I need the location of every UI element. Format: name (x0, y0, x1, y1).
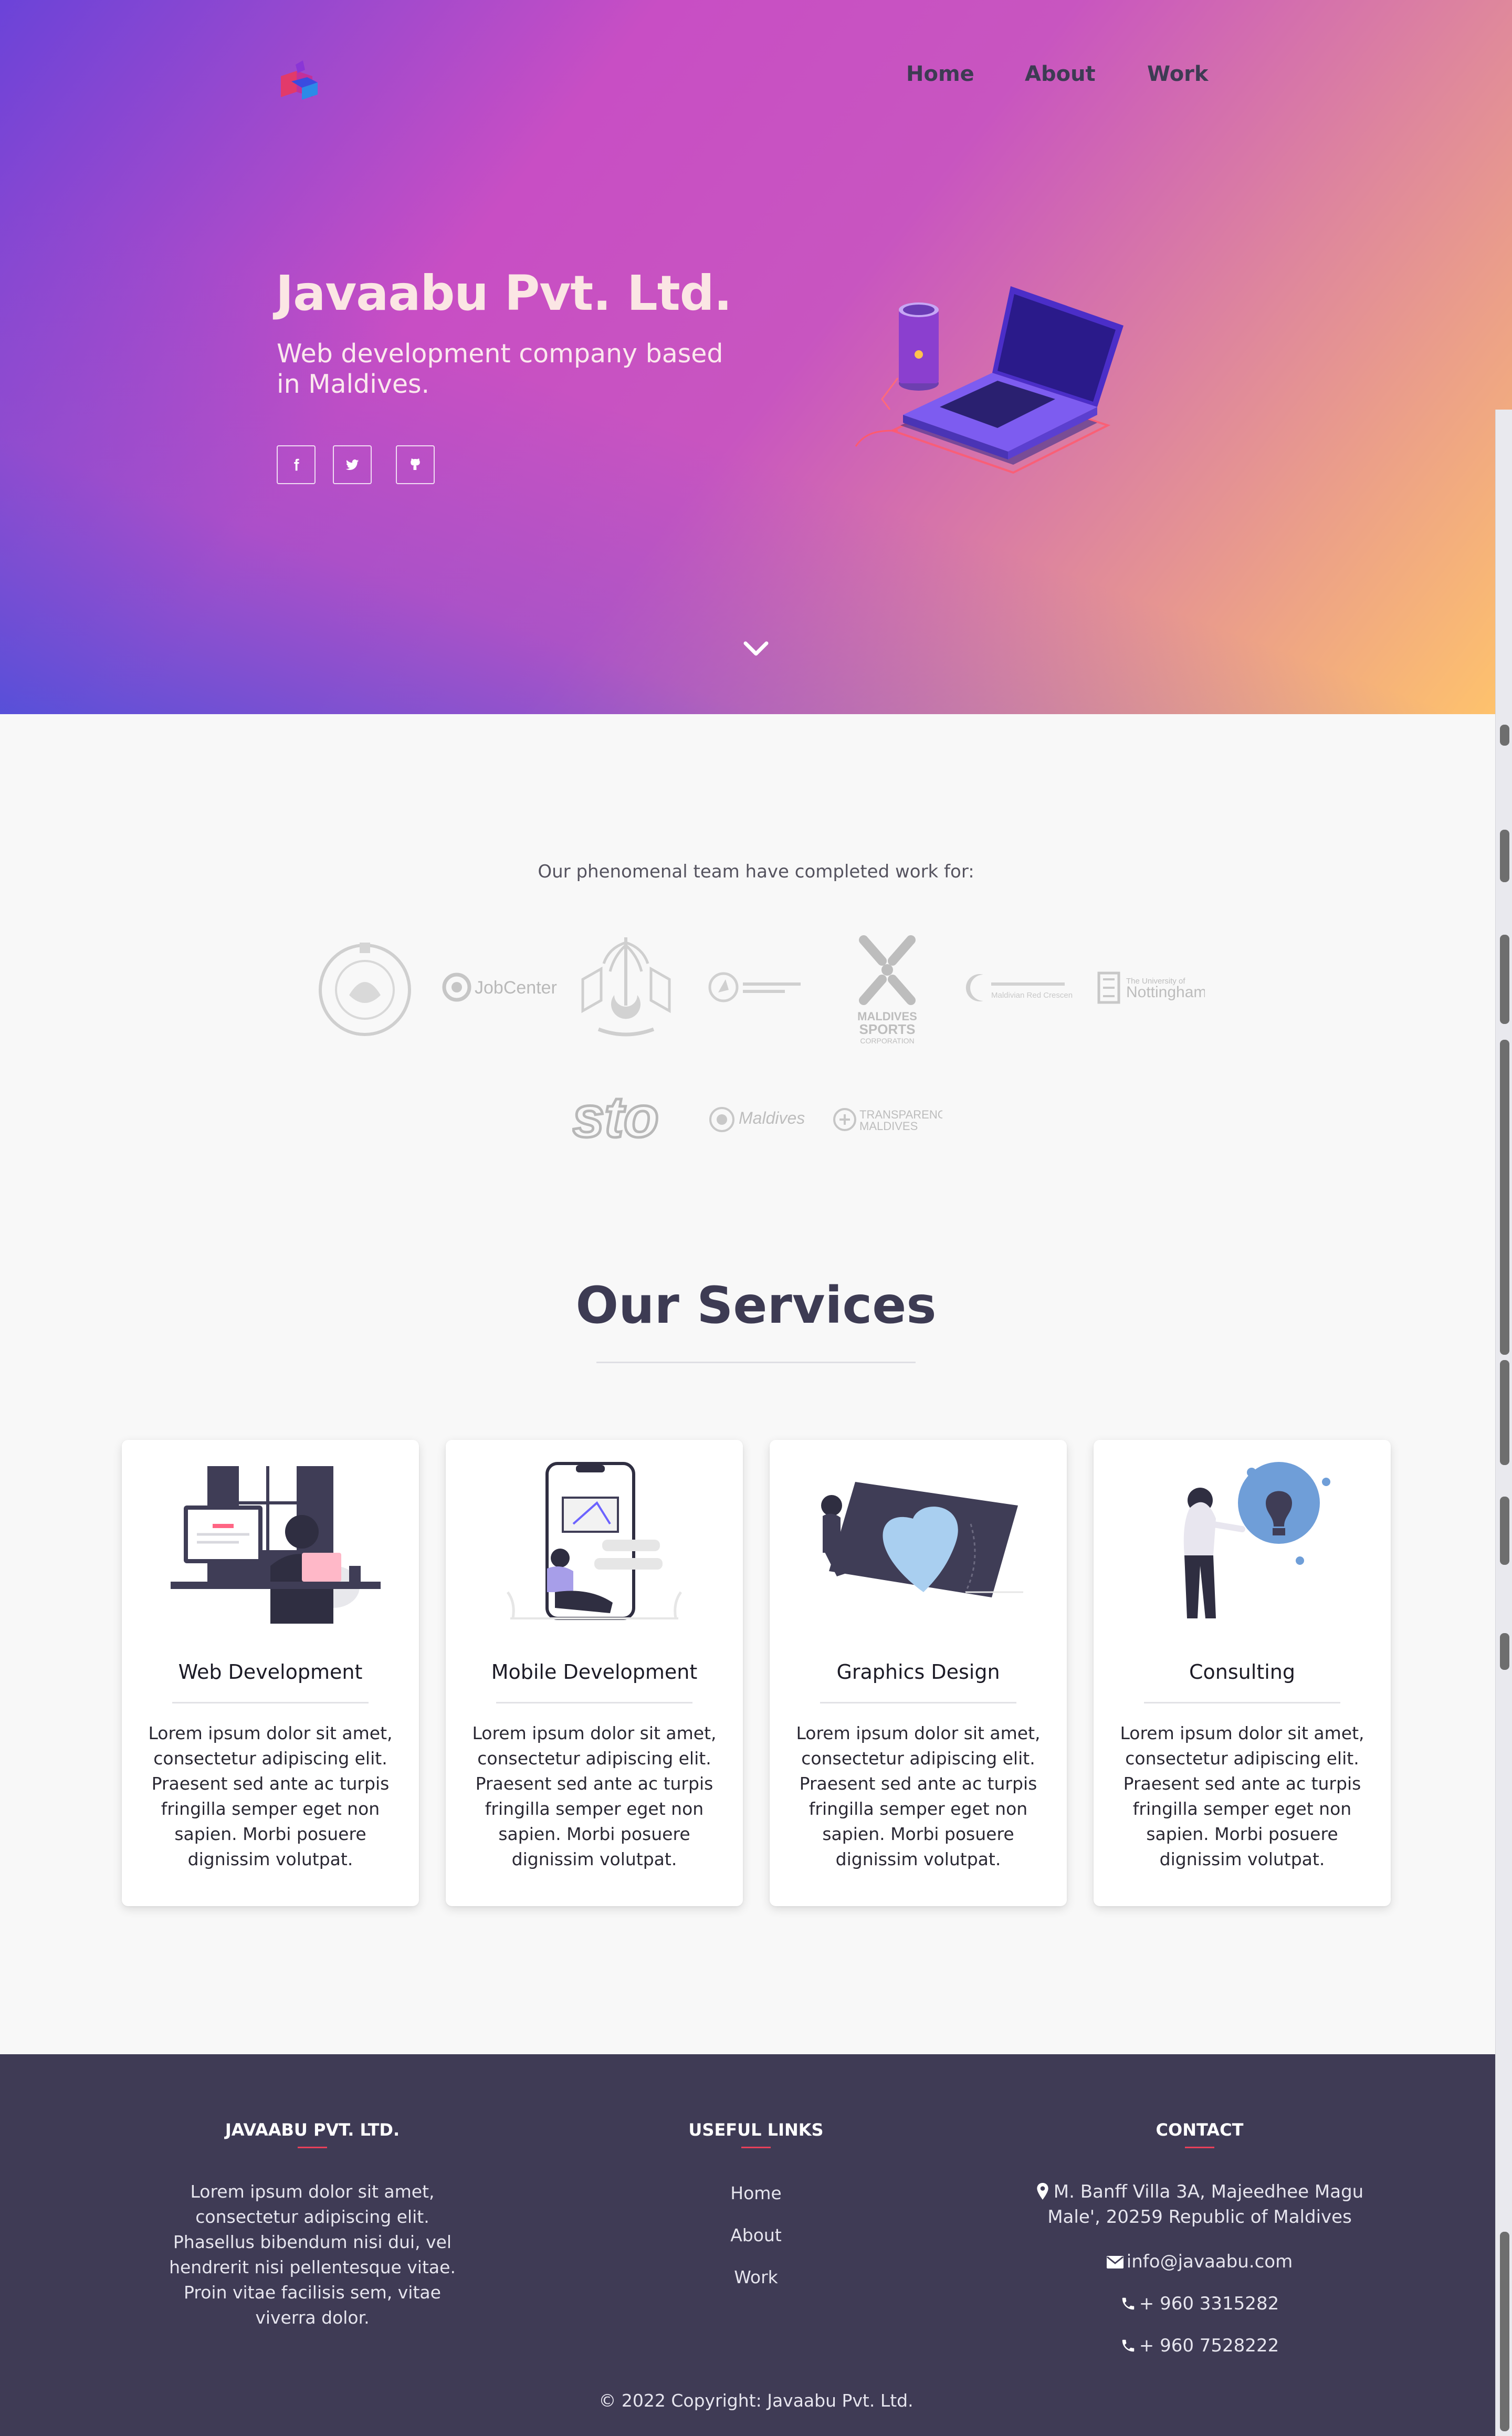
seal-logo (319, 943, 411, 1036)
page-scrollbar[interactable] (1495, 410, 1512, 2436)
card-divider (172, 1702, 369, 1703)
service-card-graphics-design[interactable]: Graphics Design Lorem ipsum dolor sit am… (770, 1440, 1067, 1906)
card-divider (820, 1702, 1016, 1703)
scrollbar-mark (1500, 1040, 1509, 1355)
web-development-illustration (171, 1466, 381, 1624)
footer-link-work[interactable]: Work (651, 2267, 861, 2287)
github-button[interactable] (396, 445, 435, 484)
map-marker-icon (1037, 2183, 1048, 2200)
service-card-mobile-development[interactable]: Mobile Development Lorem ipsum dolor sit… (446, 1440, 743, 1906)
footer-company-heading: JAVAABU PVT. LTD. (225, 2120, 400, 2140)
laptop-illustration (855, 286, 1124, 474)
svg-text:SPORTS: SPORTS (859, 1021, 916, 1037)
services-title: Our Services (575, 1276, 937, 1335)
svg-text:Maldives: Maldives (739, 1109, 805, 1127)
chevron-down-icon[interactable] (740, 638, 772, 659)
nav-work[interactable]: Work (1147, 62, 1209, 86)
maldives-post-logo (708, 972, 801, 1002)
scrollbar-mark (1500, 830, 1509, 882)
card-divider (1144, 1702, 1340, 1703)
svg-text:MALDIVES: MALDIVES (859, 1120, 918, 1133)
twitter-icon (345, 459, 359, 471)
phone-text: + 960 3315282 (1139, 2293, 1279, 2314)
envelope-icon (1106, 2256, 1124, 2268)
footer-phone-2[interactable]: + 960 7528222 (1095, 2335, 1305, 2356)
scrollbar-mark (1500, 935, 1509, 1024)
service-description: Lorem ipsum dolor sit amet, consectetur … (1120, 1723, 1364, 1869)
svg-text:CORPORATION: CORPORATION (860, 1037, 914, 1045)
scrollbar-mark (1500, 1360, 1509, 1465)
sto-logo: sto (572, 1092, 660, 1145)
transparency-maldives-logo: TRANSPARENCY MALDIVES (833, 1108, 942, 1133)
maldives-emblem-logo (581, 937, 671, 1037)
svg-text:Maldivian Red Crescent: Maldivian Red Crescent (991, 991, 1073, 1000)
university-of-nottingham-logo: The University of Nottingham (1097, 971, 1205, 1004)
phone-icon (1122, 2297, 1135, 2310)
graphics-design-illustration (821, 1482, 1023, 1597)
scrollbar-mark (1500, 725, 1509, 746)
github-icon (411, 458, 420, 470)
footer-heading-underline (298, 2147, 327, 2148)
phone-text: + 960 7528222 (1139, 2335, 1279, 2356)
hero-subtitle: Web development company based in Maldive… (277, 339, 723, 399)
scrollbar-mark (1500, 1633, 1509, 1670)
hero-title: Javaabu Pvt. Ltd. (276, 265, 732, 321)
scrollbar-mark (1500, 1497, 1509, 1565)
service-description: Lorem ipsum dolor sit amet, consectetur … (148, 1723, 393, 1869)
maldivian-red-crescent-logo: Maldivian Red Crescent (965, 974, 1073, 1001)
footer-copyright: © 2022 Copyright: Javaabu Pvt. Ltd. (598, 2390, 914, 2411)
service-title: Mobile Development (491, 1660, 698, 1684)
scrollbar-mark (1500, 2232, 1509, 2431)
facebook-icon (294, 458, 299, 471)
footer-phone-1[interactable]: + 960 3315282 (1095, 2293, 1305, 2314)
footer: JAVAABU PVT. LTD. Lorem ipsum dolor sit … (0, 2054, 1512, 2436)
footer-links-heading: USEFUL LINKS (688, 2120, 824, 2140)
service-description: Lorem ipsum dolor sit amet, consectetur … (796, 1723, 1041, 1869)
mobile-development-illustration (506, 1462, 682, 1620)
footer-heading-underline (1185, 2147, 1214, 2148)
nav-about[interactable]: About (1025, 62, 1096, 86)
service-card-web-development[interactable]: Web Development Lorem ipsum dolor sit am… (122, 1440, 419, 1906)
footer-company-text: Lorem ipsum dolor sit amet, consectetur … (169, 2181, 456, 2328)
services-divider (596, 1362, 916, 1363)
card-divider (496, 1702, 692, 1703)
service-card-consulting[interactable]: Consulting Lorem ipsum dolor sit amet, c… (1094, 1440, 1391, 1906)
footer-address: M. Banff Villa 3A, Majeedhee Magu Male',… (1029, 2179, 1370, 2230)
footer-link-home[interactable]: Home (651, 2183, 861, 2203)
twitter-button[interactable] (333, 445, 372, 484)
clients-intro: Our phenomenal team have completed work … (538, 861, 974, 882)
hero-section: Home About Work Javaabu Pvt. Ltd. Web de… (0, 0, 1512, 714)
svg-text:Nottingham: Nottingham (1126, 984, 1205, 1001)
footer-heading-underline (741, 2147, 771, 2148)
phone-icon (1122, 2339, 1135, 2352)
consulting-illustration (1183, 1462, 1330, 1618)
maldives-sports-corporation-logo: MALDIVES SPORTS CORPORATION (857, 935, 917, 1045)
svg-text:sto: sto (572, 1092, 659, 1145)
service-title: Web Development (178, 1660, 363, 1684)
email-text: info@javaabu.com (1126, 2251, 1293, 2272)
footer-link-about[interactable]: About (651, 2225, 861, 2245)
address-text: M. Banff Villa 3A, Majeedhee Magu Male',… (1047, 2181, 1364, 2228)
footer-email[interactable]: info@javaabu.com (1095, 2251, 1305, 2272)
visit-maldives-logo: Maldives (709, 1107, 805, 1132)
nav-home[interactable]: Home (906, 62, 974, 86)
facebook-button[interactable] (277, 445, 316, 484)
service-title: Consulting (1189, 1660, 1295, 1684)
service-description: Lorem ipsum dolor sit amet, consectetur … (472, 1723, 717, 1869)
jobcenter-logo: JobCenter (442, 973, 557, 1002)
javaabu-logo-icon[interactable] (276, 55, 323, 102)
svg-text:JobCenter: JobCenter (475, 978, 557, 998)
footer-contact-heading: CONTACT (1156, 2120, 1244, 2140)
service-title: Graphics Design (836, 1660, 1000, 1684)
